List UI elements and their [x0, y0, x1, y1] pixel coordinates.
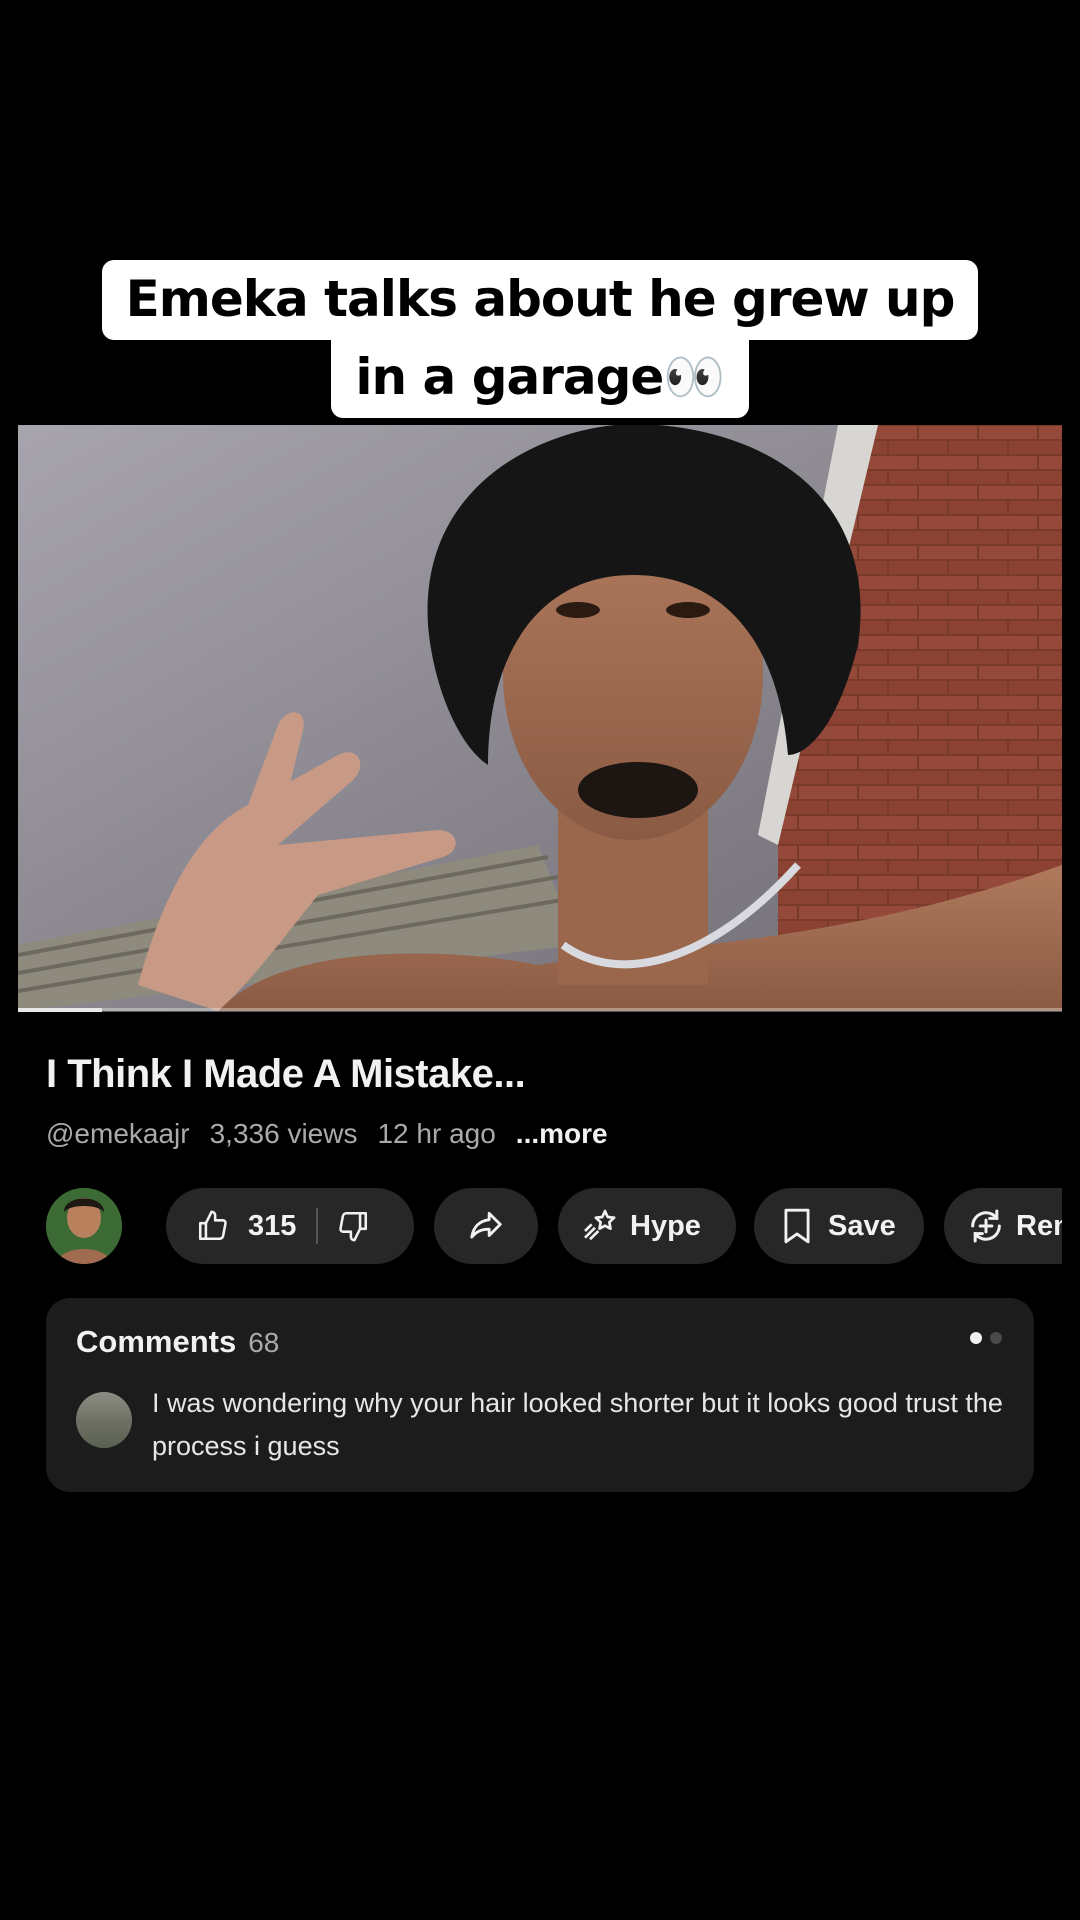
like-button[interactable]: 315	[166, 1209, 296, 1243]
carousel-dot-active	[970, 1332, 982, 1344]
channel-handle[interactable]: @emekaajr	[46, 1118, 190, 1150]
video-meta: @emekaajr 3,336 views 12 hr ago ...more	[46, 1118, 608, 1150]
caption-overlay: Emeka talks about he grew up in a garage…	[0, 260, 1080, 418]
caption-line-1: Emeka talks about he grew up	[101, 260, 979, 340]
more-link[interactable]: ...more	[516, 1118, 608, 1150]
dislike-button[interactable]	[336, 1209, 370, 1243]
video-progress-bar[interactable]	[18, 1008, 1062, 1012]
remix-label: Remix	[1016, 1209, 1062, 1242]
caption-line-2: in a garage👀	[331, 338, 749, 418]
like-count: 315	[248, 1209, 297, 1242]
video-frame-illustration	[18, 425, 1062, 1011]
avatar-image	[46, 1188, 122, 1264]
action-row: 315 Hype Save Re	[46, 1188, 1062, 1264]
comments-count: 68	[248, 1327, 280, 1358]
bookmark-icon	[780, 1207, 814, 1245]
commenter-avatar	[76, 1392, 132, 1448]
video-player[interactable]	[18, 425, 1062, 1011]
hype-button[interactable]: Hype	[558, 1188, 736, 1264]
carousel-indicator	[970, 1332, 1002, 1344]
channel-avatar[interactable]	[46, 1188, 122, 1264]
share-button[interactable]	[434, 1188, 538, 1264]
thumbs-down-icon	[339, 1211, 368, 1242]
remix-icon	[966, 1206, 1006, 1246]
like-dislike-pill: 315	[166, 1188, 414, 1264]
top-comment-text: I was wondering why your hair looked sho…	[152, 1388, 1003, 1461]
like-divider	[316, 1208, 319, 1244]
remix-button[interactable]: Remix	[944, 1188, 1062, 1264]
save-button[interactable]: Save	[754, 1188, 924, 1264]
comments-title: Comments	[76, 1324, 237, 1359]
save-label: Save	[828, 1209, 896, 1242]
upload-age: 12 hr ago	[377, 1118, 496, 1149]
view-count: 3,336 views	[209, 1118, 358, 1149]
carousel-dot	[990, 1332, 1002, 1344]
video-progress-fill	[18, 1008, 102, 1012]
share-icon	[467, 1207, 505, 1245]
hype-icon	[580, 1206, 620, 1246]
video-title[interactable]: I Think I Made A Mistake...	[46, 1052, 526, 1097]
thumbs-up-icon	[196, 1209, 230, 1243]
comments-card[interactable]: Comments 68 I was wondering why your hai…	[46, 1298, 1034, 1492]
comments-header: Comments 68	[76, 1324, 279, 1360]
hype-label: Hype	[630, 1209, 701, 1242]
